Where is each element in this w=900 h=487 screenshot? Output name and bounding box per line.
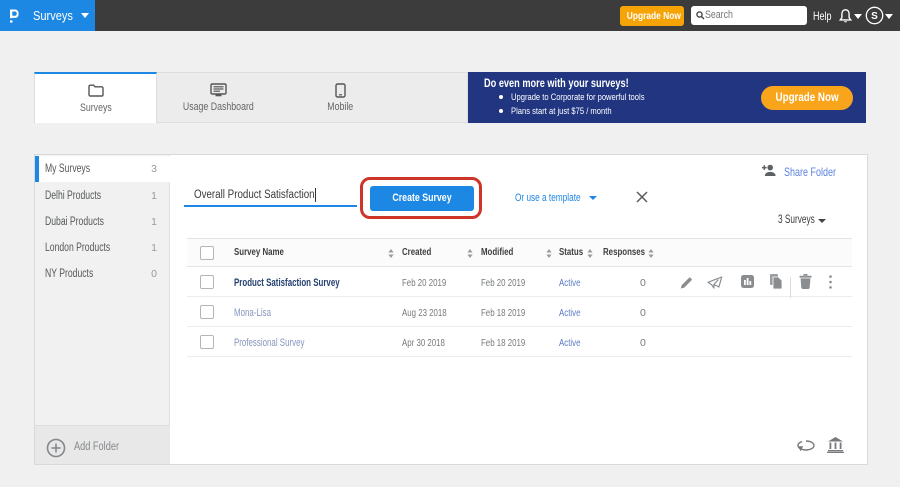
svg-text:S: S	[871, 11, 878, 22]
